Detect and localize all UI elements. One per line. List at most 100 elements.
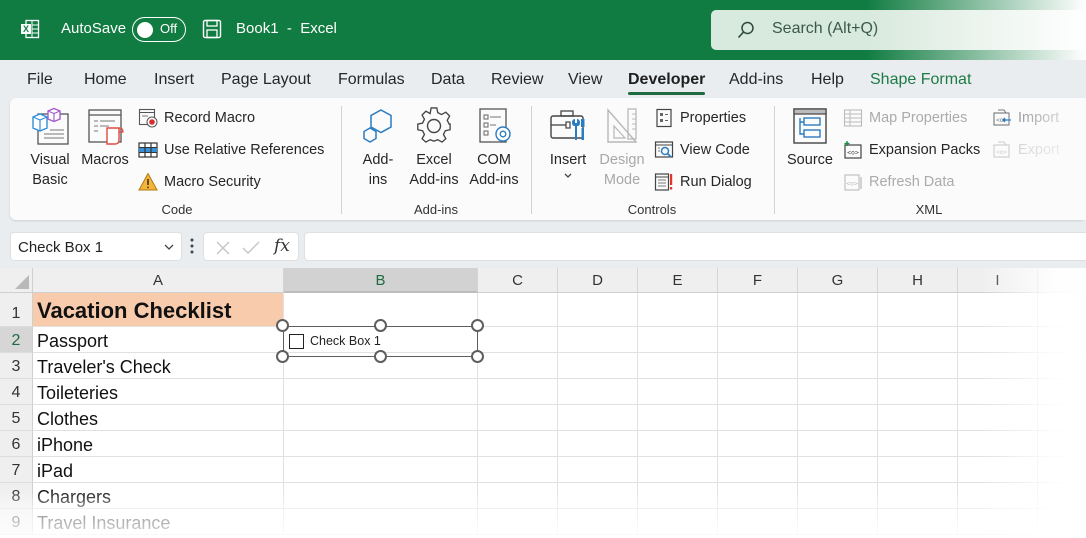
cell[interactable]	[798, 327, 878, 353]
tab-formulas[interactable]: Formulas	[338, 71, 405, 89]
column-header-i[interactable]: I	[958, 268, 1038, 293]
cell[interactable]	[638, 431, 718, 457]
cell[interactable]	[638, 353, 718, 379]
chevron-down-icon[interactable]	[163, 241, 175, 253]
resize-handle-bottom-left[interactable]	[276, 350, 289, 363]
cell[interactable]	[1038, 457, 1086, 483]
column-header-f[interactable]: F	[718, 268, 798, 293]
cell[interactable]	[558, 327, 638, 353]
cell[interactable]	[958, 405, 1038, 431]
excel-add-ins-button[interactable]: Excel Add-ins	[406, 106, 462, 190]
row-header-5[interactable]: 5	[0, 405, 33, 431]
cell[interactable]	[1038, 405, 1086, 431]
resize-handle-bottom-right[interactable]	[471, 350, 484, 363]
cell[interactable]	[798, 483, 878, 509]
cell[interactable]	[1038, 431, 1086, 457]
cell[interactable]	[958, 431, 1038, 457]
cell[interactable]	[878, 431, 958, 457]
tab-add-ins[interactable]: Add-ins	[729, 71, 783, 89]
tab-help[interactable]: Help	[811, 71, 844, 89]
row-header-2[interactable]: 2	[0, 327, 33, 353]
cell[interactable]	[638, 327, 718, 353]
cell[interactable]	[284, 431, 478, 457]
expansion-packs-button[interactable]: <o> Expansion Packs	[843, 138, 980, 162]
insert-control-button[interactable]: Insert	[544, 106, 592, 180]
cell[interactable]	[1038, 379, 1086, 405]
cell[interactable]	[958, 483, 1038, 509]
row-header-1[interactable]: 1	[0, 293, 33, 327]
cell[interactable]	[558, 431, 638, 457]
checklist-item-cell[interactable]: Passport	[33, 327, 284, 353]
cancel-icon[interactable]	[215, 240, 231, 256]
export-button[interactable]: <o> Export	[992, 138, 1060, 162]
enter-check-icon[interactable]	[242, 240, 260, 256]
cell[interactable]	[718, 353, 798, 379]
tab-view[interactable]: View	[568, 71, 602, 89]
cell[interactable]	[284, 379, 478, 405]
source-button[interactable]: Source	[784, 106, 836, 170]
cell[interactable]	[958, 379, 1038, 405]
cell[interactable]	[284, 405, 478, 431]
tab-shape-format[interactable]: Shape Format	[870, 71, 971, 89]
cell[interactable]	[478, 379, 558, 405]
cell[interactable]	[718, 457, 798, 483]
visual-basic-button[interactable]: Visual Basic	[22, 106, 78, 190]
cell[interactable]	[1038, 509, 1086, 535]
tab-review[interactable]: Review	[491, 71, 543, 89]
search-box[interactable]: Search (Alt+Q)	[711, 10, 1086, 50]
column-header-j[interactable]	[1038, 268, 1086, 293]
column-header-a[interactable]: A	[33, 268, 284, 293]
insert-function-icon[interactable]: fx	[274, 236, 290, 256]
cell[interactable]	[478, 327, 558, 353]
macro-security-button[interactable]: Macro Security	[138, 170, 261, 194]
record-macro-button[interactable]: Record Macro	[138, 106, 255, 130]
title-cell[interactable]: Vacation Checklist	[33, 293, 284, 327]
checklist-item-cell[interactable]: Traveler's Check	[33, 353, 284, 379]
checklist-item-cell[interactable]: Chargers	[33, 483, 284, 509]
cell[interactable]	[878, 457, 958, 483]
view-code-button[interactable]: View Code	[654, 138, 750, 162]
cell[interactable]	[798, 379, 878, 405]
column-header-g[interactable]: G	[798, 268, 878, 293]
row-header-4[interactable]: 4	[0, 379, 33, 405]
cell[interactable]	[638, 293, 718, 327]
cell[interactable]	[558, 293, 638, 327]
cell[interactable]	[638, 405, 718, 431]
column-header-e[interactable]: E	[638, 268, 718, 293]
row-header-6[interactable]: 6	[0, 431, 33, 457]
cell[interactable]	[958, 353, 1038, 379]
tab-file[interactable]: File	[27, 71, 53, 89]
cell[interactable]	[878, 293, 958, 327]
checklist-item-cell[interactable]: Toileteries	[33, 379, 284, 405]
cell[interactable]	[1038, 353, 1086, 379]
cell[interactable]	[958, 293, 1038, 327]
cell[interactable]	[958, 327, 1038, 353]
cell[interactable]	[798, 353, 878, 379]
cell[interactable]	[1038, 327, 1086, 353]
autosave-toggle[interactable]: Off	[132, 17, 186, 42]
cell[interactable]	[478, 509, 558, 535]
cell[interactable]	[718, 483, 798, 509]
cell[interactable]	[478, 353, 558, 379]
cell[interactable]	[558, 457, 638, 483]
cell[interactable]	[718, 509, 798, 535]
name-box[interactable]: Check Box 1	[10, 232, 182, 261]
use-relative-references-button[interactable]: Use Relative References	[138, 138, 324, 162]
cell[interactable]	[1038, 293, 1086, 327]
cell[interactable]	[718, 327, 798, 353]
resize-handle-top-right[interactable]	[471, 319, 484, 332]
column-header-d[interactable]: D	[558, 268, 638, 293]
checkbox-square[interactable]	[289, 334, 304, 349]
cell[interactable]	[478, 457, 558, 483]
cell[interactable]	[558, 509, 638, 535]
checklist-item-cell[interactable]: iPhone	[33, 431, 284, 457]
column-header-b[interactable]: B	[284, 268, 478, 293]
row-header-7[interactable]: 7	[0, 457, 33, 483]
com-add-ins-button[interactable]: COM Add-ins	[466, 106, 522, 190]
cell[interactable]	[284, 457, 478, 483]
cell[interactable]	[478, 431, 558, 457]
cell[interactable]	[1038, 483, 1086, 509]
cell[interactable]	[878, 405, 958, 431]
save-icon[interactable]	[202, 19, 222, 39]
cell[interactable]	[878, 379, 958, 405]
